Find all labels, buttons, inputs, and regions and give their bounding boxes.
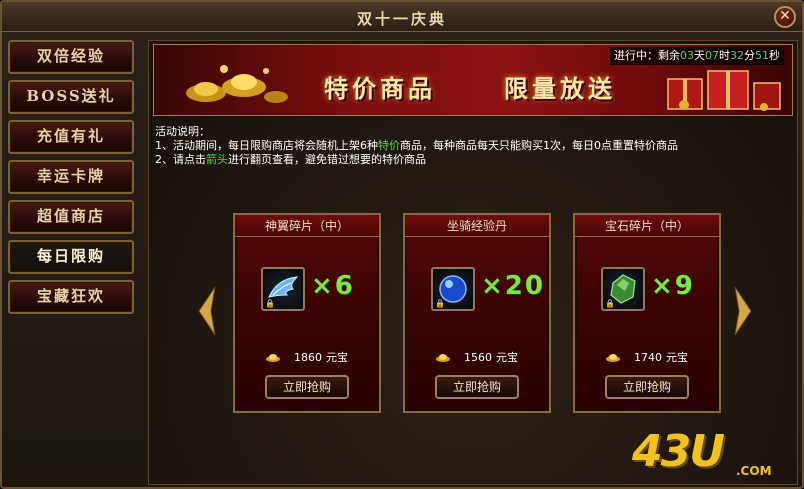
prev-page-arrow-icon[interactable] <box>197 285 217 337</box>
currency-label: 元宝 <box>496 351 518 364</box>
gold-ingot-icon <box>436 354 450 362</box>
description-heading: 活动说明： <box>155 125 210 138</box>
highlight-special-price: 特价 <box>378 139 400 152</box>
sidebar-item-lucky-cards[interactable]: 幸运卡牌 <box>8 160 134 194</box>
main-panel: 特价商品 限量放送 进行中：剩余03天07时32分51秒 活动说明： 1、活动期… <box>148 40 798 485</box>
item-quantity: ×9 <box>651 271 695 301</box>
countdown-prefix: 进行中：剩余 <box>614 49 680 62</box>
item-slot[interactable]: 🔒 <box>261 267 305 311</box>
item-price: 1740 <box>634 351 662 364</box>
currency-label: 元宝 <box>326 351 348 364</box>
highlight-arrow: 箭头 <box>206 153 228 166</box>
item-slot[interactable]: 🔒 <box>431 267 475 311</box>
watermark-domain: .COM <box>736 464 772 478</box>
sidebar-item-value-shop[interactable]: 超值商店 <box>8 200 134 234</box>
sidebar: 双倍经验 BOSS送礼 充值有礼 幸运卡牌 超值商店 每日限购 宝藏狂欢 <box>8 40 136 320</box>
gift-box-decoration <box>667 70 781 111</box>
price-row: 1560 元宝 <box>405 349 549 365</box>
countdown-days-unit: 天 <box>694 49 705 62</box>
item-card-1: 神翼碎片（中） 🔒 ×6 1860 元宝 立即抢购 <box>233 213 381 413</box>
item-card-2: 坐骑经验丹 🔒 ×20 1560 元宝 立即抢购 <box>403 213 551 413</box>
site-watermark-logo: 43U .COM <box>632 426 802 486</box>
sidebar-item-boss-gift[interactable]: BOSS送礼 <box>8 80 134 114</box>
buy-now-button[interactable]: 立即抢购 <box>435 375 519 399</box>
bound-lock-icon: 🔒 <box>605 299 615 308</box>
buy-now-button[interactable]: 立即抢购 <box>605 375 689 399</box>
sidebar-item-daily-limited[interactable]: 每日限购 <box>8 240 134 274</box>
item-name: 坐骑经验丹 <box>405 215 549 237</box>
banner-subtitle: 限量放送 <box>504 74 616 103</box>
price-row: 1740 元宝 <box>575 349 719 365</box>
item-name: 神翼碎片（中） <box>235 215 379 237</box>
price-row: 1860 元宝 <box>235 349 379 365</box>
countdown-seconds-unit: 秒 <box>769 49 780 62</box>
item-slot[interactable]: 🔒 <box>601 267 645 311</box>
item-price: 1860 <box>294 351 322 364</box>
sidebar-item-recharge-gift[interactable]: 充值有礼 <box>8 120 134 154</box>
countdown-minutes: 32 <box>730 49 744 62</box>
banner-title: 特价商品 <box>324 74 436 103</box>
item-quantity: ×6 <box>311 271 355 301</box>
countdown-hours-unit: 时 <box>719 49 730 62</box>
countdown-timer: 进行中：剩余03天07时32分51秒 <box>610 47 784 65</box>
item-card-3: 宝石碎片（中） 🔒 ×9 1740 元宝 立即抢购 <box>573 213 721 413</box>
currency-label: 元宝 <box>666 351 688 364</box>
item-price: 1560 <box>464 351 492 364</box>
description-line-1: 1、活动期间，每日限购商店将会随机上架6种特价商品，每种商品每天只能购买1次，每… <box>155 139 678 152</box>
promo-banner: 特价商品 限量放送 进行中：剩余03天07时32分51秒 <box>153 44 793 116</box>
gold-ingot-decoration <box>186 65 288 103</box>
bound-lock-icon: 🔒 <box>265 299 275 308</box>
event-window: 双十一庆典 ✕ 双倍经验 BOSS送礼 充值有礼 幸运卡牌 超值商店 每日限购 … <box>0 0 804 489</box>
sidebar-item-double-exp[interactable]: 双倍经验 <box>8 40 134 74</box>
activity-description: 活动说明： 1、活动期间，每日限购商店将会随机上架6种特价商品，每种商品每天只能… <box>155 125 791 167</box>
close-button[interactable]: ✕ <box>774 6 796 28</box>
watermark-text: 43U <box>632 426 725 477</box>
countdown-days: 03 <box>680 49 694 62</box>
countdown-minutes-unit: 分 <box>744 49 755 62</box>
item-name: 宝石碎片（中） <box>575 215 719 237</box>
title-bar: 双十一庆典 ✕ <box>2 2 802 32</box>
next-page-arrow-icon[interactable] <box>733 285 753 337</box>
buy-now-button[interactable]: 立即抢购 <box>265 375 349 399</box>
gold-ingot-icon <box>606 354 620 362</box>
countdown-seconds: 51 <box>755 49 769 62</box>
window-title: 双十一庆典 <box>356 10 447 28</box>
sidebar-item-treasure-carnival[interactable]: 宝藏狂欢 <box>8 280 134 314</box>
item-quantity: ×20 <box>481 271 545 301</box>
gold-ingot-icon <box>266 354 280 362</box>
bound-lock-icon: 🔒 <box>435 299 445 308</box>
description-line-2: 2、请点击箭头进行翻页查看，避免错过想要的特价商品 <box>155 153 426 166</box>
countdown-hours: 07 <box>705 49 719 62</box>
